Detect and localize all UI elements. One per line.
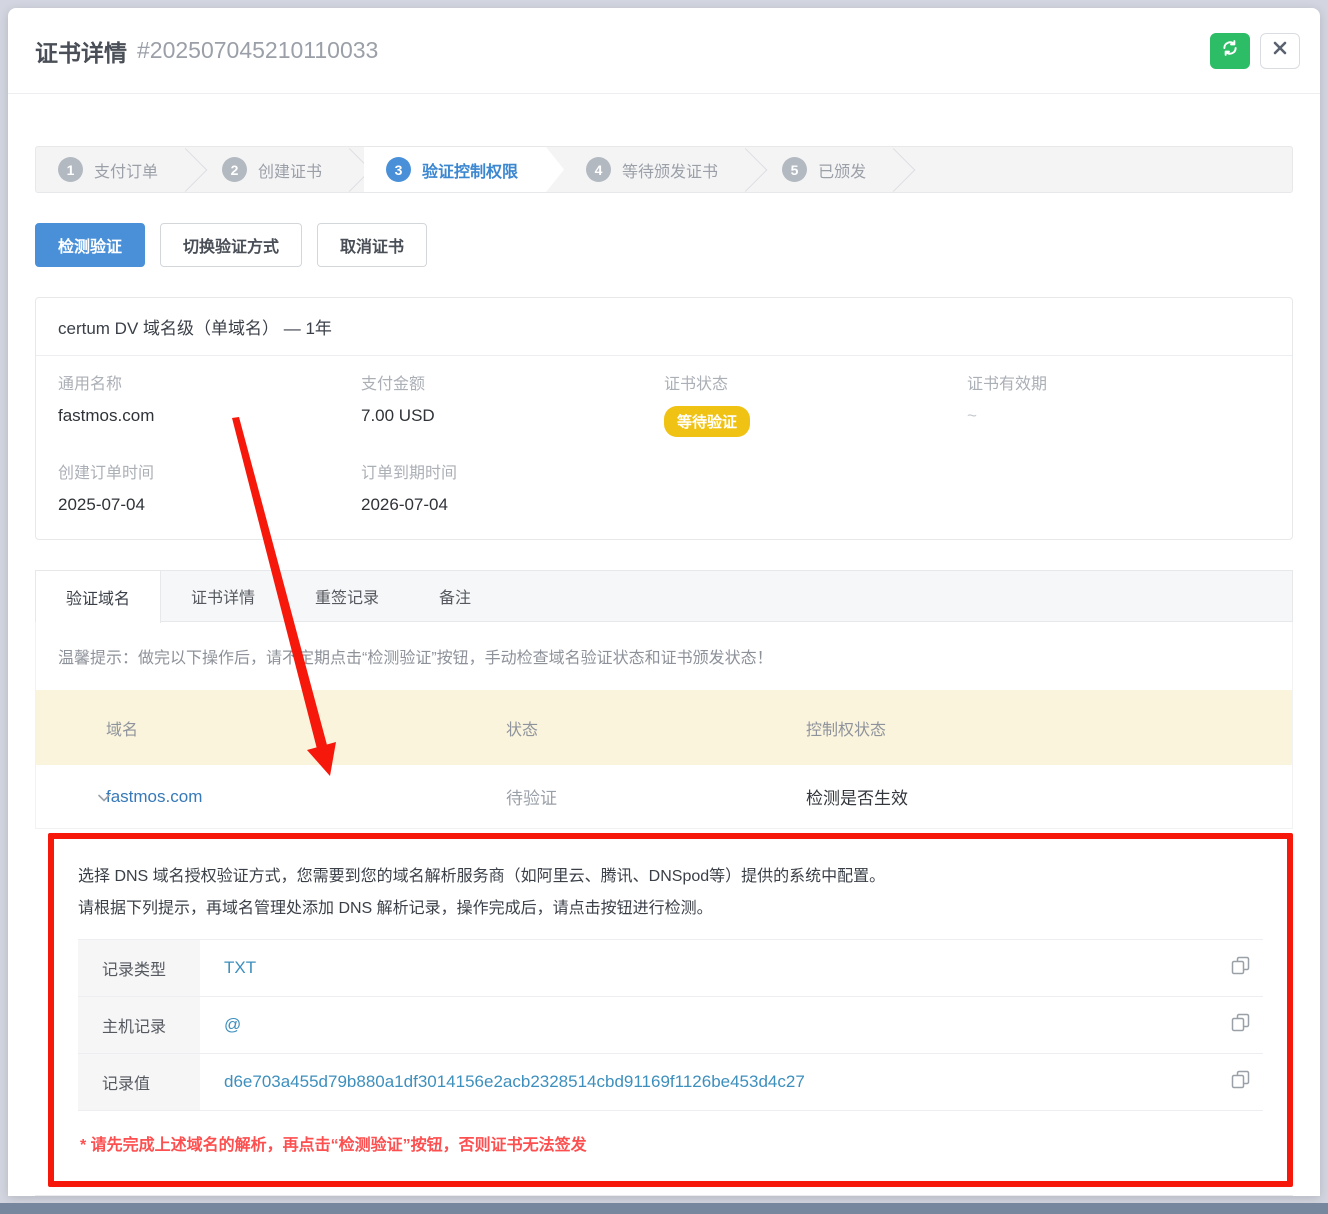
step-separator (348, 147, 364, 192)
step-create-cert: 2 创建证书 (200, 147, 348, 192)
order-number: #202507045210110033 (137, 37, 378, 64)
header-status: 状态 (506, 716, 806, 740)
copy-icon (1230, 955, 1251, 981)
status-badge: 等待验证 (664, 406, 750, 437)
domain-table-header: 域名 状态 控制权状态 (36, 690, 1292, 765)
product-title: certum DV 域名级（单域名） — 1年 (36, 298, 1292, 356)
created-value: 2025-07-04 (58, 495, 361, 515)
chevron-down-icon[interactable] (98, 787, 110, 807)
common-name-value: fastmos.com (58, 406, 361, 426)
field-expire-time: 订单到期时间 2026-07-04 (361, 459, 664, 515)
record-value-value: d6e703a455d79b880a1df3014156e2acb2328514… (200, 1072, 1217, 1092)
dns-row-record-value: 记录值 d6e703a455d79b880a1df3014156e2acb232… (78, 1054, 1263, 1111)
field-amount: 支付金额 7.00 USD (361, 370, 664, 437)
step-number: 1 (58, 157, 83, 182)
header-domain: 域名 (36, 716, 506, 740)
field-created-time: 创建订单时间 2025-07-04 (58, 459, 361, 515)
tab-cert-detail[interactable]: 证书详情 (161, 571, 285, 621)
field-common-name: 通用名称 fastmos.com (58, 370, 361, 437)
header-control-status: 控制权状态 (806, 716, 1292, 740)
amount-value: 7.00 USD (361, 406, 664, 426)
domain-link[interactable]: fastmos.com (106, 787, 202, 806)
copy-icon (1230, 1069, 1251, 1095)
field-validity: 证书有效期 ~ (967, 370, 1270, 437)
step-number: 5 (782, 157, 807, 182)
step-separator (744, 147, 760, 192)
dns-instructions: 选择 DNS 域名授权验证方式，您需要到您的域名解析服务商（如阿里云、腾讯、DN… (78, 861, 1263, 925)
dns-row-host-record: 主机记录 @ (78, 997, 1263, 1054)
certificate-info-panel: certum DV 域名级（单域名） — 1年 通用名称 fastmos.com… (35, 297, 1293, 540)
close-button[interactable] (1260, 33, 1300, 69)
step-number: 2 (222, 157, 247, 182)
dns-warning-text: * 请先完成上述域名的解析，再点击“检测验证”按钮，否则证书无法签发 (78, 1111, 1263, 1163)
validity-value: ~ (967, 406, 1270, 426)
header-actions (1210, 33, 1300, 69)
action-buttons: 检测验证 切换验证方式 取消证书 (35, 223, 1293, 267)
tab-remarks[interactable]: 备注 (409, 571, 501, 621)
domain-row[interactable]: fastmos.com 待验证 检测是否生效 (36, 765, 1292, 829)
step-wait-issue: 4 等待颁发证书 (564, 147, 744, 192)
step-wizard: 1 支付订单 2 创建证书 3 验证控制权限 4 等待颁发证书 5 已颁发 (35, 146, 1293, 193)
record-type-value: TXT (200, 958, 1217, 978)
step-verify-control-active: 3 验证控制权限 (364, 147, 564, 192)
copy-icon (1230, 1012, 1251, 1038)
expire-value: 2026-07-04 (361, 495, 664, 515)
copy-record-type-button[interactable] (1217, 955, 1263, 981)
reminder-tip: 温馨提示：做完以下操作后，请不定期点击“检测验证”按钮，手动检查域名验证状态和证… (35, 622, 1293, 690)
switch-verification-method-button[interactable]: 切换验证方式 (160, 223, 302, 267)
page-title: 证书详情 (35, 34, 127, 68)
dns-instruction-annotation-box: 选择 DNS 域名授权验证方式，您需要到您的域名解析服务商（如阿里云、腾讯、DN… (48, 833, 1293, 1187)
host-record-value: @ (200, 1015, 1217, 1035)
domain-status: 待验证 (506, 784, 806, 809)
tab-verify-domain[interactable]: 验证域名 (36, 571, 161, 623)
window-bottom-edge (0, 1203, 1328, 1214)
dns-record-table: 记录类型 TXT (78, 939, 1263, 1111)
certificate-detail-modal: 证书详情 #202507045210110033 (8, 8, 1320, 1196)
domain-table: 域名 状态 控制权状态 fastmos.com 待验证 检测是否生效 (35, 690, 1293, 829)
step-number: 4 (586, 157, 611, 182)
dns-row-record-type: 记录类型 TXT (78, 940, 1263, 997)
copy-record-value-button[interactable] (1217, 1069, 1263, 1095)
refresh-button[interactable] (1210, 33, 1250, 69)
tab-section: 验证域名 证书详情 重签记录 备注 温馨提示：做完以下操作后，请不定期点击“检测… (35, 570, 1293, 1196)
close-icon (1273, 41, 1287, 60)
field-cert-status: 证书状态 等待验证 (664, 370, 967, 437)
copy-host-record-button[interactable] (1217, 1012, 1263, 1038)
step-separator (184, 147, 200, 192)
step-number: 3 (386, 157, 411, 182)
tab-reissue-history[interactable]: 重签记录 (285, 571, 409, 621)
refresh-icon (1221, 39, 1239, 62)
cancel-certificate-button[interactable]: 取消证书 (317, 223, 427, 267)
control-status: 检测是否生效 (806, 784, 1292, 809)
check-verification-button[interactable]: 检测验证 (35, 223, 145, 267)
tabs-bar: 验证域名 证书详情 重签记录 备注 (35, 570, 1293, 622)
step-pay-order: 1 支付订单 (36, 147, 184, 192)
step-separator (892, 147, 908, 192)
modal-header: 证书详情 #202507045210110033 (8, 8, 1320, 94)
